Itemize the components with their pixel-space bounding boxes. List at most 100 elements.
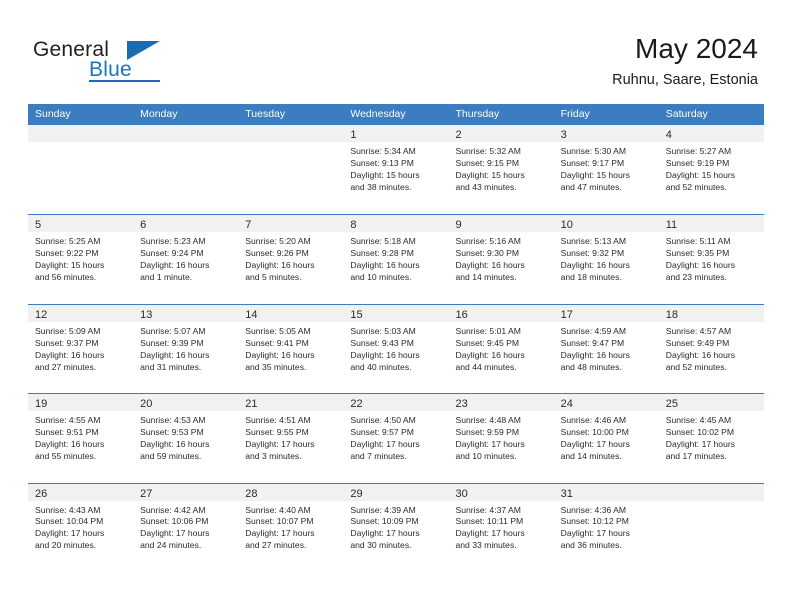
day-cell[interactable]: 25 Sunrise: 4:45 AM Sunset: 10:02 PM Daylig… — [658, 394, 764, 483]
sunset-time: Sunset: 9:53 PM — [140, 427, 204, 438]
day-cell[interactable]: 22 Sunrise: 4:50 AM Sunset: 9:57 PM Dayligh… — [343, 394, 449, 483]
day-cell[interactable]: 21 Sunrise: 4:51 AM Sunset: 9:55 PM Dayligh… — [238, 394, 344, 483]
calendar-grid: Sunday Monday Tuesday Wednesday Thursday… — [28, 104, 764, 572]
sunset-time: Sunset: 9:26 PM — [245, 248, 309, 259]
sunset-time: Sunset: 10:00 PM — [560, 427, 629, 438]
daylight-duration-line1: Daylight: 17 hours — [245, 438, 315, 449]
day-cell[interactable]: 5 Sunrise: 5:25 AM Sunset: 9:22 PM Daylight… — [28, 215, 134, 304]
day-details: Sunrise: 4:36 AM Sunset: 10:12 PM Daylight… — [554, 501, 659, 553]
day-number-band: 28 — [238, 483, 344, 501]
day-details: Sunrise: 5:30 AM Sunset: 9:17 PM Daylight:… — [554, 142, 659, 194]
day-number-band — [658, 483, 764, 501]
day-cell-empty — [658, 483, 764, 572]
day-details: Sunrise: 4:51 AM Sunset: 9:55 PM Daylight:… — [238, 411, 343, 463]
sunrise-time: Sunrise: 4:57 AM — [665, 325, 732, 336]
daylight-duration-line2: and 3 minutes. — [245, 450, 302, 461]
sunset-time: Sunset: 10:09 PM — [350, 516, 419, 527]
daylight-duration-line2: and 17 minutes. — [665, 450, 727, 461]
sunrise-time: Sunrise: 5:16 AM — [455, 236, 521, 247]
day-cell[interactable]: 2 Sunrise: 5:32 AM Sunset: 9:15 PM Daylight… — [448, 125, 554, 215]
daylight-duration-line1: Daylight: 15 hours — [560, 169, 630, 180]
daylight-duration-line2: and 52 minutes. — [665, 181, 727, 192]
day-cell[interactable]: 10 Sunrise: 5:13 AM Sunset: 9:32 PM Dayligh… — [553, 215, 659, 304]
day-cell[interactable]: 15 Sunrise: 5:03 AM Sunset: 9:43 PM Dayligh… — [343, 304, 449, 394]
daylight-duration-line2: and 52 minutes. — [665, 361, 727, 372]
sunset-time: Sunset: 9:43 PM — [350, 337, 414, 348]
day-cell[interactable]: 18 Sunrise: 4:57 AM Sunset: 9:49 PM Dayligh… — [658, 304, 764, 394]
day-cell[interactable]: 17 Sunrise: 4:59 AM Sunset: 9:47 PM Dayligh… — [553, 304, 659, 394]
day-number: 25 — [665, 398, 678, 411]
daylight-duration-line1: Daylight: 16 hours — [35, 349, 105, 360]
weekday-header-wednesday: Wednesday — [350, 108, 406, 120]
daylight-duration-line1: Daylight: 16 hours — [455, 349, 525, 360]
sunset-time: Sunset: 9:55 PM — [245, 427, 309, 438]
day-number-band — [238, 125, 344, 142]
day-cell[interactable]: 31 Sunrise: 4:36 AM Sunset: 10:12 PM Daylig… — [553, 483, 659, 572]
sunset-time: Sunset: 10:07 PM — [245, 516, 314, 527]
sunrise-time: Sunrise: 4:39 AM — [350, 504, 416, 515]
day-cell[interactable]: 4 Sunrise: 5:27 AM Sunset: 9:19 PM Daylight… — [658, 125, 764, 215]
day-number-band: 23 — [448, 394, 554, 412]
day-number-band: 30 — [448, 483, 554, 501]
daylight-duration-line2: and 14 minutes. — [560, 450, 622, 461]
sunrise-time: Sunrise: 4:55 AM — [35, 415, 101, 426]
sunset-time: Sunset: 9:13 PM — [350, 157, 414, 168]
day-number: 15 — [350, 308, 363, 321]
weekday-header-saturday: Saturday — [665, 108, 708, 120]
day-details: Sunrise: 4:50 AM Sunset: 9:57 PM Daylight:… — [343, 411, 448, 463]
day-number-band: 9 — [448, 215, 554, 233]
sunset-time: Sunset: 9:30 PM — [455, 248, 520, 259]
day-cell[interactable]: 6 Sunrise: 5:23 AM Sunset: 9:24 PM Daylight… — [133, 215, 239, 304]
day-details: Sunrise: 5:25 AM Sunset: 9:22 PM Daylight:… — [28, 232, 133, 284]
day-number-band: 18 — [658, 304, 764, 322]
sunrise-time: Sunrise: 5:30 AM — [560, 146, 627, 156]
daylight-duration-line2: and 38 minutes. — [350, 181, 412, 192]
day-cell[interactable]: 13 Sunrise: 5:07 AM Sunset: 9:39 PM Dayligh… — [133, 304, 239, 394]
day-details — [133, 142, 238, 146]
day-cell[interactable]: 1 Sunrise: 5:34 AM Sunset: 9:13 PM Daylight… — [343, 125, 449, 215]
day-cell[interactable]: 27 Sunrise: 4:42 AM Sunset: 10:06 PM Daylig… — [133, 483, 239, 572]
sunset-time: Sunset: 9:35 PM — [665, 248, 730, 259]
day-details: Sunrise: 4:42 AM Sunset: 10:06 PM Daylight… — [133, 501, 238, 553]
day-cell[interactable]: 29 Sunrise: 4:39 AM Sunset: 10:09 PM Daylig… — [343, 483, 449, 572]
day-cell[interactable]: 9 Sunrise: 5:16 AM Sunset: 9:30 PM Daylight… — [448, 215, 554, 304]
day-number: 28 — [245, 487, 258, 500]
day-details: Sunrise: 5:13 AM Sunset: 9:32 PM Daylight:… — [554, 232, 659, 284]
general-blue-logo[interactable]: General Blue — [33, 38, 223, 90]
day-number: 30 — [455, 487, 468, 500]
day-number-band — [28, 125, 134, 142]
daylight-duration-line1: Daylight: 16 hours — [455, 260, 525, 271]
daylight-duration-line2: and 33 minutes. — [455, 540, 517, 551]
day-cell[interactable]: 14 Sunrise: 5:05 AM Sunset: 9:41 PM Dayligh… — [238, 304, 344, 394]
day-cell[interactable]: 30 Sunrise: 4:37 AM Sunset: 10:11 PM Daylig… — [448, 483, 554, 572]
day-number-band: 6 — [133, 215, 239, 233]
sunset-time: Sunset: 9:17 PM — [560, 157, 625, 168]
day-cell[interactable]: 23 Sunrise: 4:48 AM Sunset: 9:59 PM Dayligh… — [448, 394, 554, 483]
day-number: 2 — [455, 129, 462, 141]
daylight-duration-line1: Daylight: 16 hours — [245, 349, 315, 360]
calendar-week-row: 1 Sunrise: 5:34 AM Sunset: 9:13 PM Daylight… — [28, 125, 764, 215]
sunset-time: Sunset: 9:57 PM — [350, 427, 414, 438]
day-details: Sunrise: 4:48 AM Sunset: 9:59 PM Daylight:… — [449, 411, 554, 463]
daylight-duration-line2: and 43 minutes. — [455, 181, 517, 192]
day-cell[interactable]: 3 Sunrise: 5:30 AM Sunset: 9:17 PM Daylight… — [553, 125, 659, 215]
day-number: 19 — [35, 398, 48, 411]
day-cell[interactable]: 20 Sunrise: 4:53 AM Sunset: 9:53 PM Dayligh… — [133, 394, 239, 483]
day-number-band: 24 — [553, 394, 659, 412]
day-cell[interactable]: 24 Sunrise: 4:46 AM Sunset: 10:00 PM Daylig… — [553, 394, 659, 483]
day-cell[interactable]: 7 Sunrise: 5:20 AM Sunset: 9:26 PM Daylight… — [238, 215, 344, 304]
day-details: Sunrise: 5:23 AM Sunset: 9:24 PM Daylight:… — [133, 232, 238, 284]
day-cell[interactable]: 28 Sunrise: 4:40 AM Sunset: 10:07 PM Daylig… — [238, 483, 344, 572]
day-cell[interactable]: 12 Sunrise: 5:09 AM Sunset: 9:37 PM Dayligh… — [28, 304, 134, 394]
daylight-duration-line1: Daylight: 16 hours — [140, 349, 210, 360]
day-cell[interactable]: 11 Sunrise: 5:11 AM Sunset: 9:35 PM Dayligh… — [658, 215, 764, 304]
daylight-duration-line1: Daylight: 16 hours — [350, 260, 420, 271]
day-cell[interactable]: 19 Sunrise: 4:55 AM Sunset: 9:51 PM Dayligh… — [28, 394, 134, 483]
daylight-duration-line2: and 47 minutes. — [560, 181, 622, 192]
weekday-header-sunday: Sunday — [35, 108, 71, 120]
logo-text-blue: Blue — [89, 58, 132, 81]
day-cell[interactable]: 26 Sunrise: 4:43 AM Sunset: 10:04 PM Daylig… — [28, 483, 134, 572]
day-number: 20 — [140, 398, 153, 411]
day-cell[interactable]: 8 Sunrise: 5:18 AM Sunset: 9:28 PM Daylight… — [343, 215, 449, 304]
day-cell[interactable]: 16 Sunrise: 5:01 AM Sunset: 9:45 PM Dayligh… — [448, 304, 554, 394]
